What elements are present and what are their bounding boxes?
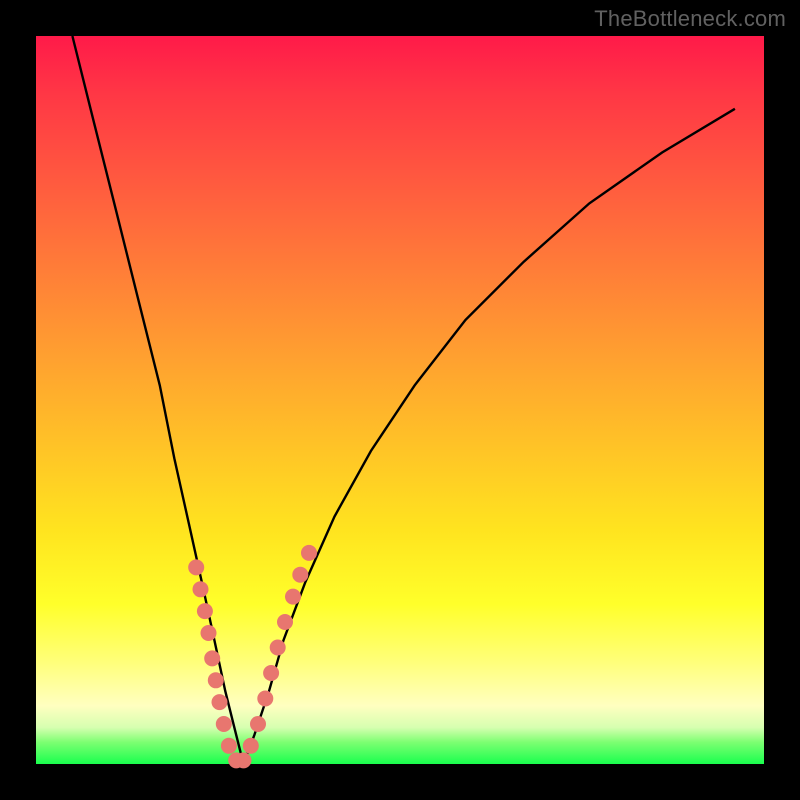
data-marker xyxy=(277,614,293,630)
data-marker xyxy=(208,672,224,688)
data-marker xyxy=(193,581,209,597)
data-marker xyxy=(270,640,286,656)
data-marker xyxy=(263,665,279,681)
data-marker xyxy=(216,716,232,732)
marker-group xyxy=(188,545,317,769)
data-marker xyxy=(301,545,317,561)
data-marker xyxy=(243,738,259,754)
data-marker xyxy=(292,567,308,583)
data-marker xyxy=(201,625,217,641)
data-marker xyxy=(212,694,228,710)
watermark-text: TheBottleneck.com xyxy=(594,6,786,32)
data-marker xyxy=(236,752,252,768)
curve-layer xyxy=(36,36,764,764)
data-marker xyxy=(204,650,220,666)
data-marker xyxy=(285,589,301,605)
data-marker xyxy=(188,559,204,575)
chart-frame: TheBottleneck.com xyxy=(0,0,800,800)
plot-area xyxy=(36,36,764,764)
bottleneck-curve xyxy=(72,36,735,764)
data-marker xyxy=(221,738,237,754)
data-marker xyxy=(257,691,273,707)
data-marker xyxy=(250,716,266,732)
data-marker xyxy=(197,603,213,619)
